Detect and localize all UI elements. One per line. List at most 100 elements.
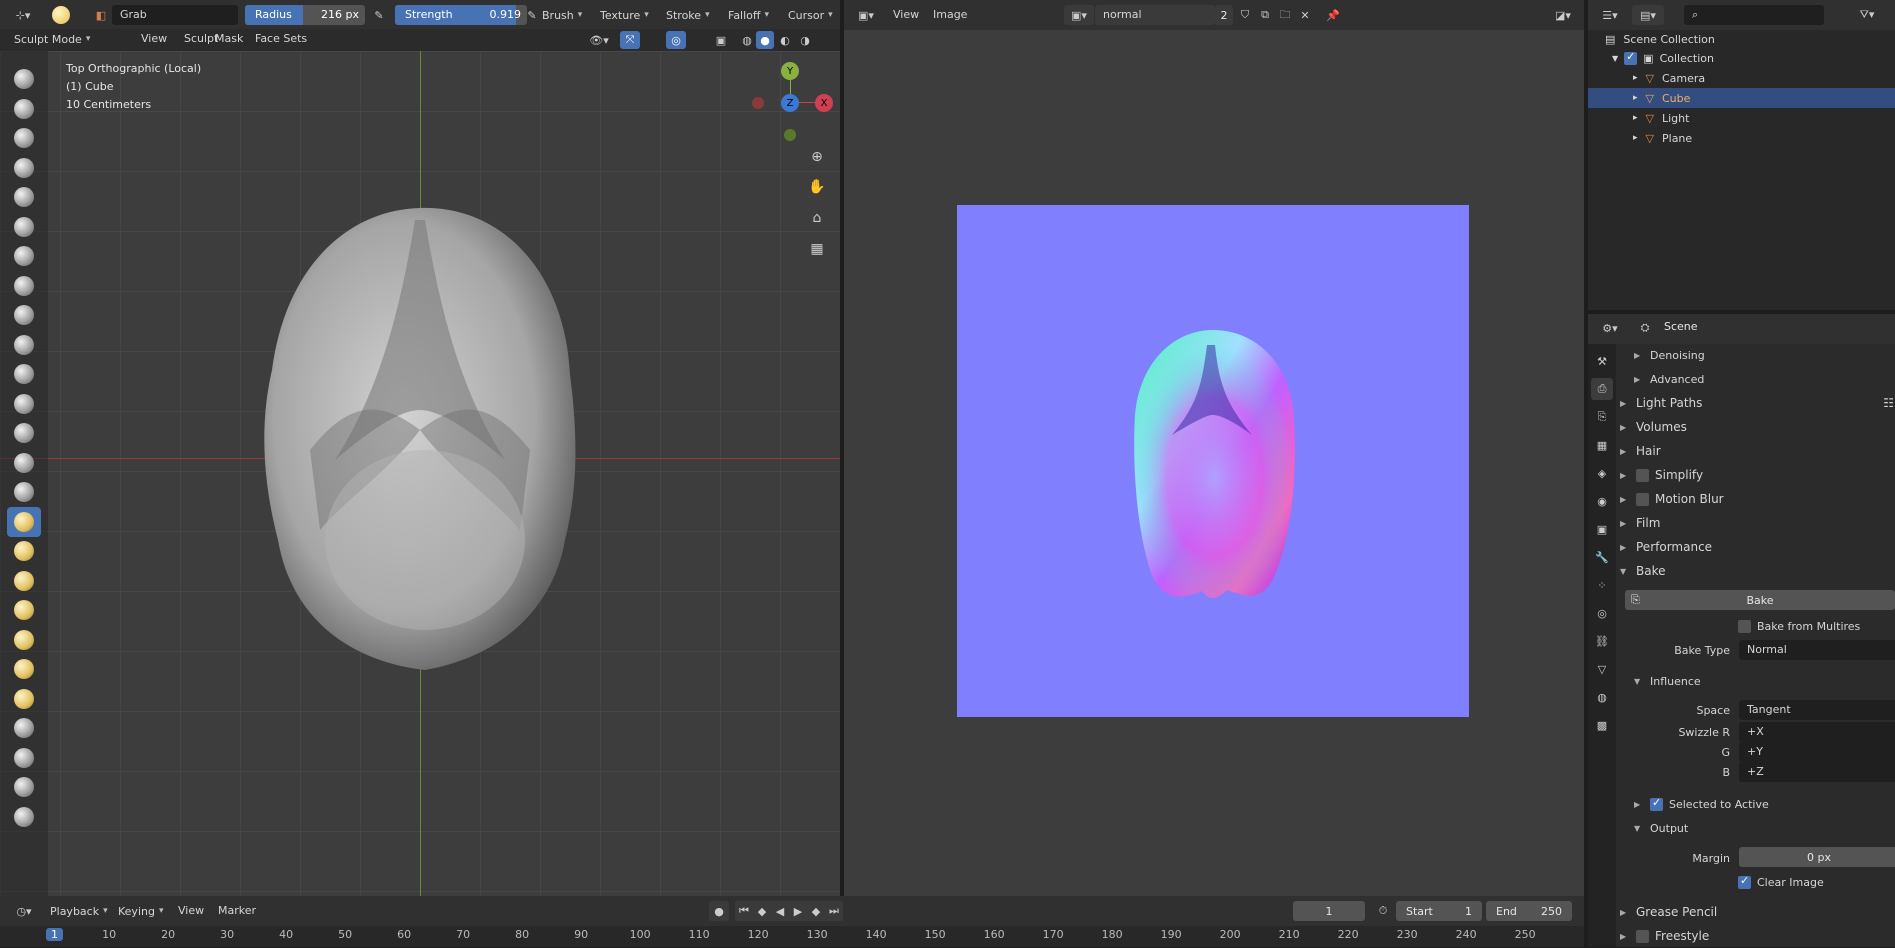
pan-hand-icon[interactable]: ✋	[806, 176, 828, 198]
jump-start-icon[interactable]: ⏮	[735, 901, 753, 921]
start-frame-field[interactable]: Start 1	[1396, 901, 1482, 921]
tool-multiplane-scrape[interactable]	[7, 448, 41, 478]
tool-clay-strips[interactable]	[7, 153, 41, 183]
stroke-menu[interactable]: Stroke	[660, 5, 716, 25]
swizzle-r-dropdown[interactable]: +X	[1739, 722, 1895, 742]
next-keyframe-icon[interactable]: ◆	[807, 901, 825, 921]
filter-icon[interactable]: ⛛▾	[1852, 5, 1882, 25]
marker-menu[interactable]: Marker	[213, 901, 261, 921]
new-image-icon[interactable]: ⧉	[1256, 5, 1274, 25]
tool-inflate[interactable]	[7, 241, 41, 271]
tool-clay[interactable]	[7, 123, 41, 153]
volumes-panel[interactable]: ▶ Volumes	[1620, 415, 1895, 439]
image-name-field[interactable]: normal	[1095, 5, 1215, 25]
swizzle-b-dropdown[interactable]: +Z	[1739, 762, 1895, 782]
image-users-count[interactable]: 2	[1215, 5, 1233, 25]
face-sets-menu[interactable]: Face Sets	[250, 29, 312, 49]
presets-icon[interactable]: ☷	[1883, 396, 1894, 410]
brush-preview-icon[interactable]	[50, 4, 72, 26]
tool-pose[interactable]	[7, 625, 41, 655]
tool-layer[interactable]	[7, 212, 41, 242]
properties-tab-modifiers-icon[interactable]: 🔧	[1591, 546, 1613, 568]
outliner-item-camera[interactable]: ▸ ▽ Camera	[1588, 68, 1895, 88]
margin-field[interactable]: 0 px	[1739, 847, 1895, 867]
bake-from-multires-row[interactable]: Bake from Multires	[1738, 614, 1895, 638]
tool-nudge[interactable]	[7, 654, 41, 684]
output-subpanel[interactable]: ▼ Output	[1634, 816, 1895, 840]
space-dropdown[interactable]: Tangent	[1739, 700, 1895, 720]
outliner-item-plane[interactable]: ▸ ▽ Plane	[1588, 128, 1895, 148]
tool-smooth[interactable]	[7, 330, 41, 360]
properties-tab-tool-icon[interactable]: ⚒	[1591, 350, 1613, 372]
image-menu[interactable]: Image	[928, 5, 972, 25]
view-menu[interactable]: View	[136, 29, 172, 49]
properties-tab-material-icon[interactable]: ◍	[1591, 686, 1613, 708]
record-icon[interactable]: ●	[709, 901, 729, 921]
tool-boundary[interactable]	[7, 743, 41, 773]
pin-icon[interactable]: 📌	[1324, 5, 1342, 25]
keying-menu[interactable]: Keying	[112, 901, 169, 921]
solid-shading-icon[interactable]: ●	[756, 31, 774, 49]
expand-arrow-icon[interactable]: ▸	[1633, 133, 1638, 143]
properties-tab-particles-icon[interactable]: ⁘	[1591, 574, 1613, 596]
open-image-icon[interactable]: 🗀	[1276, 5, 1294, 25]
freestyle-checkbox[interactable]	[1636, 929, 1649, 943]
gizmo-toggle-icon[interactable]: ⤧	[620, 31, 640, 49]
tool-simplify[interactable]	[7, 802, 41, 832]
tool-elastic-deform[interactable]	[7, 536, 41, 566]
tool-scrape[interactable]	[7, 418, 41, 448]
motion-blur-panel[interactable]: ▶ Motion Blur	[1620, 487, 1895, 511]
grease-pencil-panel[interactable]: ▶ Grease Pencil	[1620, 900, 1895, 924]
wireframe-shading-icon[interactable]: ◍	[738, 31, 756, 49]
prev-keyframe-icon[interactable]: ◆	[753, 901, 771, 921]
film-panel[interactable]: ▶ Film	[1620, 511, 1895, 535]
end-frame-field[interactable]: End 250	[1486, 901, 1572, 921]
tool-clay-thumb[interactable]	[7, 182, 41, 212]
display-mode-icon[interactable]: ▤▾	[1632, 5, 1664, 25]
gizmo-z-handle[interactable]: Z	[781, 94, 799, 112]
texture-menu[interactable]: Texture	[594, 5, 655, 25]
gizmo-x-handle[interactable]: X	[815, 94, 833, 112]
selected-to-active-subpanel[interactable]: ▶Selected to Active	[1634, 792, 1895, 816]
tool-fill[interactable]	[7, 389, 41, 419]
light-paths-panel[interactable]: ▶ Light Paths ☷	[1620, 391, 1895, 415]
tool-draw-sharp[interactable]	[7, 94, 41, 124]
pressure-pen-icon[interactable]: ✎	[370, 5, 388, 25]
strength-slider[interactable]: Strength 0.919	[395, 5, 527, 25]
simplify-panel[interactable]: ▶ Simplify	[1620, 463, 1895, 487]
expand-arrow-icon[interactable]: ▸	[1633, 113, 1638, 123]
editor-type-icon[interactable]: ⊹▾	[10, 5, 36, 25]
cursor-menu[interactable]: Cursor	[782, 5, 839, 25]
stopwatch-icon[interactable]: ⏱	[1374, 901, 1392, 921]
swizzle-g-dropdown[interactable]: +Y	[1739, 742, 1895, 762]
display-channels-icon[interactable]: ◪▾	[1548, 5, 1578, 25]
tool-grab[interactable]	[7, 506, 41, 537]
playback-menu[interactable]: Playback	[44, 901, 114, 921]
xray-icon[interactable]: ▣	[712, 31, 730, 49]
influence-subpanel[interactable]: ▼ Influence	[1634, 669, 1895, 693]
collection-exclude-checkbox[interactable]	[1624, 50, 1638, 65]
visibility-icon[interactable]: 👁▾	[585, 31, 613, 49]
properties-tab-texture-icon[interactable]: ▩	[1591, 714, 1613, 736]
outliner-search[interactable]: ⌕	[1684, 5, 1824, 25]
tool-snake-hook[interactable]	[7, 566, 41, 596]
expand-arrow-icon[interactable]: ▸	[1633, 73, 1638, 83]
falloff-menu[interactable]: Falloff	[722, 5, 775, 25]
image-view-menu[interactable]: View	[888, 5, 924, 25]
tool-rotate[interactable]	[7, 684, 41, 714]
jump-end-icon[interactable]: ⏭	[825, 901, 843, 921]
image-editor-type-icon[interactable]: ▣▾	[852, 5, 880, 25]
outliner-item-light[interactable]: ▸ ▽ Light	[1588, 108, 1895, 128]
ortho-toggle-icon[interactable]: ▦	[806, 238, 828, 260]
brush-menu[interactable]: Brush	[536, 5, 588, 25]
outliner-collection[interactable]: ▼ ▣ Collection	[1612, 48, 1895, 68]
tool-cloth[interactable]	[7, 772, 41, 802]
timeline-view-menu[interactable]: View	[173, 901, 209, 921]
outliner-scene-collection[interactable]: ▤ Scene Collection	[1605, 29, 1895, 49]
properties-type-icon[interactable]: ⚙▾	[1596, 318, 1624, 338]
overlay-toggle-icon[interactable]: ◎	[666, 31, 686, 49]
motion-blur-checkbox[interactable]	[1636, 492, 1649, 506]
mode-selector[interactable]: Sculpt Mode	[10, 29, 96, 49]
rendered-shading-icon[interactable]: ◑	[796, 31, 814, 49]
bake-from-multires-checkbox[interactable]	[1738, 619, 1751, 633]
